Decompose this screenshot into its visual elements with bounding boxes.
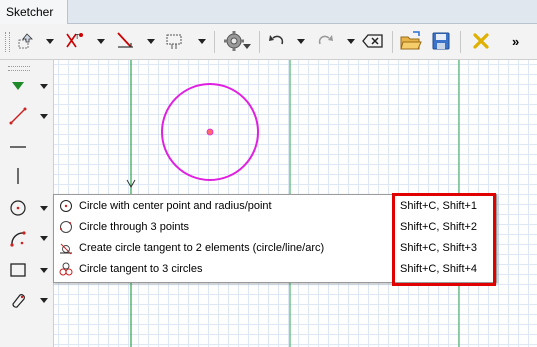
open-folder-icon xyxy=(400,31,422,50)
undo-dropdown-arrow[interactable] xyxy=(297,39,305,44)
menu-item-circle-tangent-2[interactable]: Create circle tangent to 2 elements (cir… xyxy=(55,238,495,259)
save-icon xyxy=(432,32,450,50)
select-geometry-button[interactable] xyxy=(12,28,38,54)
close-sketch-icon xyxy=(473,33,489,49)
circle-tangent-3-icon xyxy=(58,261,74,277)
menu-item-label: Circle with center point and radius/poin… xyxy=(79,200,272,212)
slot-button[interactable] xyxy=(6,288,30,312)
menu-item-circle-center[interactable]: Circle with center point and radius/poin… xyxy=(55,196,495,217)
redo-button[interactable] xyxy=(312,28,338,54)
undo-button[interactable] xyxy=(264,28,290,54)
rectangle-dropdown-arrow[interactable] xyxy=(40,268,48,273)
slot-icon xyxy=(12,294,25,308)
delete-button[interactable] xyxy=(360,28,386,54)
trim-icon xyxy=(117,32,133,48)
menu-item-shortcut: Shift+C, Shift+4 xyxy=(400,263,478,275)
menu-item-shortcut: Shift+C, Shift+3 xyxy=(400,242,478,254)
redo-icon xyxy=(318,35,333,45)
horizontal-line-icon xyxy=(10,146,26,148)
circle-3points-icon xyxy=(58,219,74,235)
toolbar-overflow-button[interactable]: » xyxy=(512,34,519,49)
circle-button[interactable] xyxy=(6,196,30,220)
tab-sketcher-label: Sketcher xyxy=(6,5,54,19)
line-dropdown-arrow[interactable] xyxy=(40,114,48,119)
select-dropdown-arrow[interactable] xyxy=(46,39,54,44)
view-dropdown-arrow[interactable] xyxy=(198,39,206,44)
toolbar-grip[interactable] xyxy=(8,66,30,71)
menu-item-label: Circle through 3 points xyxy=(79,221,190,233)
rectangle-button[interactable] xyxy=(6,258,30,282)
geometry-toolbar xyxy=(0,60,54,347)
circle-center-icon xyxy=(58,198,74,214)
toolbar-separator xyxy=(460,31,461,53)
view-sketch-button[interactable] xyxy=(162,28,188,54)
settings-dropdown-arrow[interactable] xyxy=(243,44,251,49)
menu-item-shortcut: Shift+C, Shift+2 xyxy=(400,221,478,233)
vertical-line-button[interactable] xyxy=(6,164,30,188)
delete-icon xyxy=(362,34,383,48)
circle-tangent-2-icon xyxy=(58,240,74,256)
menu-item-circle-3points[interactable]: Circle through 3 points Shift+C, Shift+2 xyxy=(55,217,495,238)
select-geometry-icon xyxy=(18,33,33,49)
menu-item-shortcut: Shift+C, Shift+1 xyxy=(400,200,478,212)
close-sketch-button[interactable] xyxy=(468,28,494,54)
slot-dropdown-arrow[interactable] xyxy=(40,298,48,303)
circle-center-point[interactable] xyxy=(206,128,214,136)
constraint-button[interactable]: T xyxy=(62,28,88,54)
toolbar-grip[interactable] xyxy=(5,32,10,52)
tab-sketcher[interactable]: Sketcher xyxy=(0,0,68,24)
line-icon xyxy=(9,107,27,125)
arc-icon xyxy=(10,231,26,247)
point-button[interactable] xyxy=(6,74,30,98)
open-button[interactable] xyxy=(398,28,424,54)
undo-icon xyxy=(269,35,284,45)
main-toolbar: T » xyxy=(0,24,537,60)
line-button[interactable] xyxy=(6,104,30,128)
toolbar-separator xyxy=(392,31,393,53)
toolbar-separator xyxy=(214,31,215,53)
constraint-icon: T xyxy=(66,33,83,48)
arc-button[interactable] xyxy=(6,226,30,250)
tab-strip: Sketcher xyxy=(0,0,537,24)
view-sketch-icon xyxy=(166,34,182,49)
constraint-dropdown-arrow[interactable] xyxy=(97,39,105,44)
point-dropdown-arrow[interactable] xyxy=(40,84,48,89)
circle-dropdown-arrow[interactable] xyxy=(40,206,48,211)
toolbar-separator xyxy=(259,31,260,53)
point-icon xyxy=(12,82,24,90)
trim-dropdown-arrow[interactable] xyxy=(147,39,155,44)
menu-item-label: Create circle tangent to 2 elements (cir… xyxy=(79,242,325,254)
trim-button[interactable] xyxy=(112,28,138,54)
arc-dropdown-arrow[interactable] xyxy=(40,236,48,241)
menu-item-label: Circle tangent to 3 circles xyxy=(79,263,203,275)
redo-dropdown-arrow[interactable] xyxy=(347,39,355,44)
save-button[interactable] xyxy=(428,28,454,54)
circle-tool-menu: Circle with center point and radius/poin… xyxy=(53,194,497,283)
circle-icon xyxy=(10,200,26,216)
menu-item-circle-tangent-3[interactable]: Circle tangent to 3 circles Shift+C, Shi… xyxy=(55,259,495,280)
horizontal-line-button[interactable] xyxy=(6,134,30,158)
rectangle-icon xyxy=(10,263,26,277)
vertical-line-icon xyxy=(17,168,19,184)
settings-gear-icon xyxy=(224,31,244,51)
settings-button[interactable] xyxy=(221,28,247,54)
